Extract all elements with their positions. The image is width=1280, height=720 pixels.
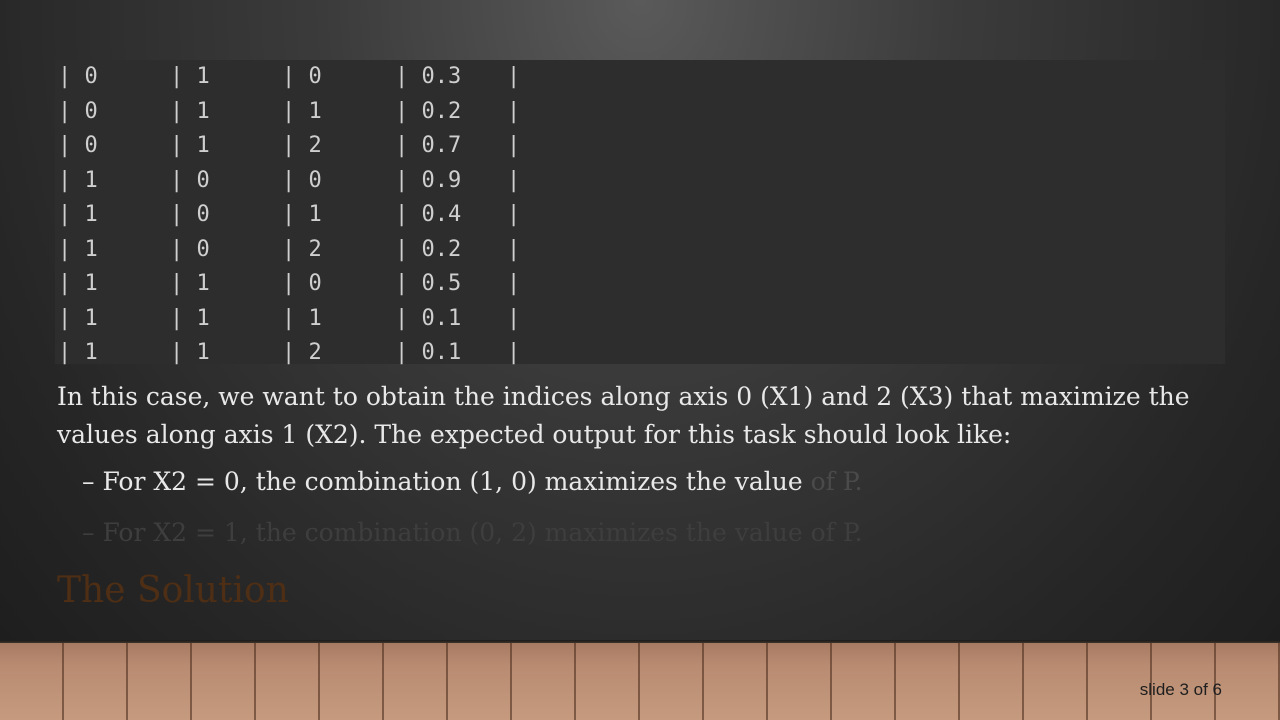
description-text: In this case, we want to obtain the indi… bbox=[57, 382, 1190, 449]
slide-counter: slide 3 of 6 bbox=[1139, 680, 1222, 699]
table-cell: | 1 bbox=[58, 340, 98, 365]
table-cell: | 1 bbox=[58, 167, 98, 193]
bullet-item-x2-1: – For X2 = 1, the combination (0, 2) max… bbox=[82, 518, 863, 547]
table-cell: | 0 bbox=[58, 64, 98, 89]
stage-floor bbox=[0, 643, 1280, 720]
bullet-item-x2-0: – For X2 = 0, the combination (1, 0) max… bbox=[82, 467, 863, 496]
table-cell: | bbox=[507, 98, 521, 124]
table-cell: | 0 bbox=[282, 64, 322, 89]
section-title: The Solution bbox=[57, 570, 289, 611]
table-row: | 1 | 1 | 1 | 0.1 | bbox=[55, 302, 1225, 336]
table-cell: | 0.9 bbox=[395, 167, 462, 193]
table-cell: | bbox=[507, 236, 521, 262]
table-cell: | 0.2 bbox=[395, 98, 462, 124]
table-cell: | 1 bbox=[58, 236, 98, 262]
table-row: | 1 | 0 | 2 | 0.2 | bbox=[55, 233, 1225, 267]
table-cell: | 0 bbox=[58, 133, 98, 158]
table-row: | 1 | 0 | 0 | 0.9 | bbox=[55, 164, 1225, 198]
table-cell: | 2 bbox=[282, 133, 322, 158]
table-row: | 0 | 1 | 2 | 0.7 | bbox=[55, 129, 1225, 163]
table-cell: | 0.1 bbox=[395, 305, 462, 331]
table-cell: | 0.7 bbox=[395, 133, 462, 158]
bullet-text: – For X2 = 0, the combination (1, 0) max… bbox=[82, 467, 803, 496]
table-cell: | bbox=[507, 64, 521, 89]
table-cell: | 1 bbox=[282, 305, 322, 331]
table-cell: | 0 bbox=[170, 167, 210, 193]
table-cell: | 1 bbox=[170, 98, 210, 124]
table-row: | 0 | 1 | 0 | 0.3 | bbox=[55, 60, 1225, 94]
table-cell: | 1 bbox=[170, 64, 210, 89]
table-cell: | 0 bbox=[58, 98, 98, 124]
table-row: | 1 | 1 | 2 | 0.1 | bbox=[55, 336, 1225, 370]
table-cell: | 1 bbox=[170, 305, 210, 331]
table-cell: | 1 bbox=[170, 133, 210, 158]
table-cell: | bbox=[507, 202, 521, 227]
table-cell: | 0.4 bbox=[395, 202, 462, 227]
table-cell: | 0.2 bbox=[395, 236, 462, 262]
table-cell: | bbox=[507, 133, 521, 158]
table-cell: | 1 bbox=[170, 271, 210, 296]
table-cell: | bbox=[507, 167, 521, 193]
table-cell: | bbox=[507, 271, 521, 296]
code-table: | 0 | 1 | 0 | 0.3 | | 0 | 1 | 1 | 0.2 | | 0 | 1 | 2 |… bbox=[55, 60, 1225, 365]
table-cell: | 2 bbox=[282, 236, 322, 262]
table-cell: | 2 bbox=[282, 340, 322, 365]
bullet-faded-text: of P. bbox=[802, 467, 863, 496]
table-cell: | bbox=[507, 340, 521, 365]
table-row: | 1 | 0 | 1 | 0.4 | bbox=[55, 198, 1225, 232]
table-cell: | 0 bbox=[282, 167, 322, 193]
table-cell: | 1 bbox=[282, 98, 322, 124]
table-cell: | 1 bbox=[282, 202, 322, 227]
table-cell: | 0.3 bbox=[395, 64, 462, 89]
table-cell: | 1 bbox=[58, 271, 98, 296]
table-cell: | 1 bbox=[58, 305, 98, 331]
table-cell: | bbox=[507, 305, 521, 331]
table-row: | 1 | 1 | 0 | 0.5 | bbox=[55, 267, 1225, 301]
table-cell: | 0.5 bbox=[395, 271, 462, 296]
table-cell: | 1 bbox=[170, 340, 210, 365]
table-cell: | 0.1 bbox=[395, 340, 462, 365]
table-cell: | 0 bbox=[170, 202, 210, 227]
table-cell: | 0 bbox=[282, 271, 322, 296]
bullet-text: – For X2 = 1, the combination (0, 2) max… bbox=[82, 518, 863, 547]
table-row: | 0 | 1 | 1 | 0.2 | bbox=[55, 95, 1225, 129]
table-cell: | 1 bbox=[58, 202, 98, 227]
table-cell: | 0 bbox=[170, 236, 210, 262]
